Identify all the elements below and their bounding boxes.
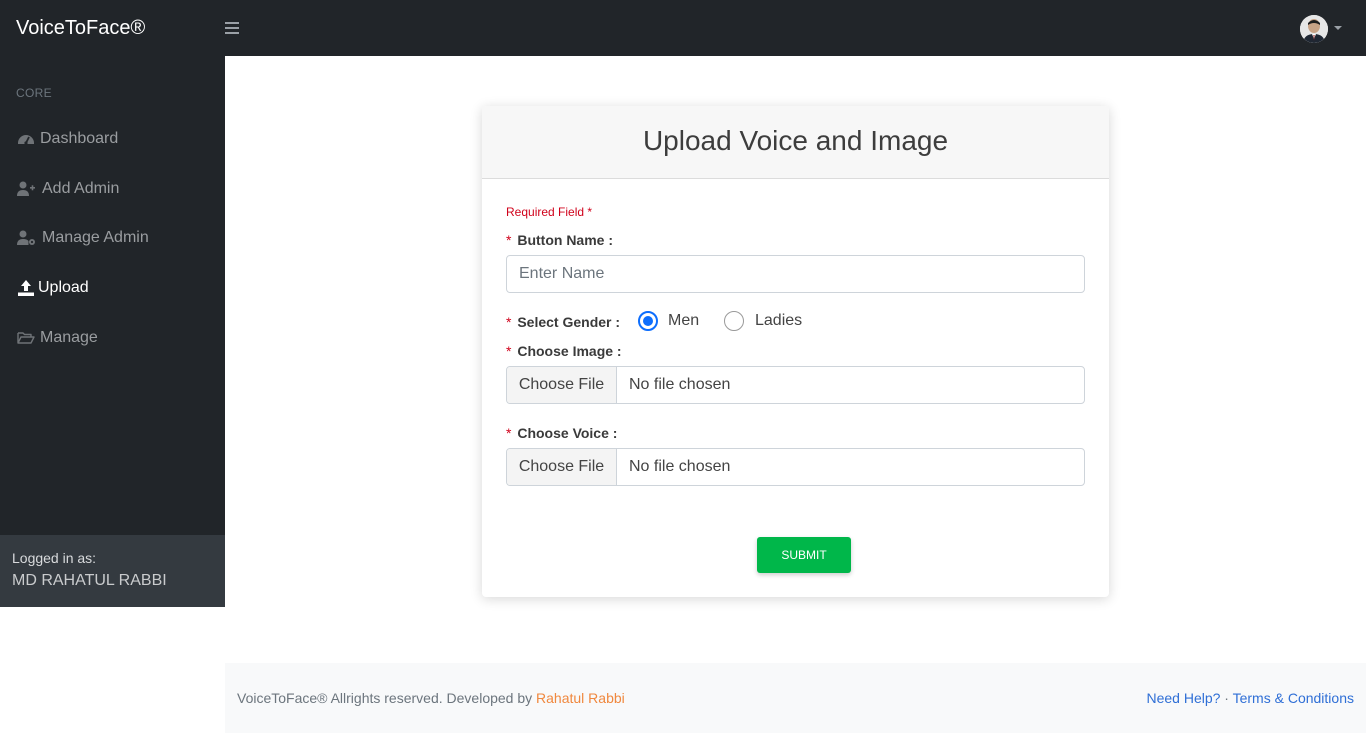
page-title: Upload Voice and Image [642, 125, 949, 156]
logged-in-label: Logged in as: [12, 550, 97, 566]
sidebar-item-label: Dashboard [40, 130, 119, 147]
image-file-status: No file chosen [629, 376, 731, 393]
chevron-down-icon [1334, 26, 1342, 30]
author-link[interactable]: Rahatul Rabbi [536, 690, 625, 706]
sidebar-item-label: Manage Admin [42, 229, 149, 246]
sidebar-item-upload[interactable]: Upload [0, 268, 225, 308]
image-label-text: Choose Image : [517, 343, 622, 359]
sidebar-heading: CORE [16, 86, 52, 100]
button-name-label-text: Button Name : [517, 232, 614, 248]
required-star: * [506, 425, 512, 441]
gender-option-men-label[interactable]: Men [668, 312, 699, 330]
dashboard-icon [18, 135, 34, 145]
image-label: * Choose Image : [506, 343, 622, 359]
voice-file-status: No file chosen [629, 458, 731, 475]
required-star: * [506, 314, 512, 330]
choose-image-button[interactable]: Choose File [507, 367, 617, 403]
sidebar-item-manage[interactable]: Manage [0, 318, 225, 358]
submit-button[interactable]: SUBMIT [757, 537, 851, 573]
voice-label: * Choose Voice : [506, 425, 617, 441]
gender-radio-men[interactable] [638, 311, 658, 331]
top-navbar: VoiceToFace® [0, 0, 1366, 56]
sidebar-item-label: Manage [40, 329, 98, 346]
sidebar-item-label: Upload [38, 279, 89, 296]
copyright-text: VoiceToFace® Allrights reserved. Develop… [237, 690, 537, 706]
hamburger-icon [225, 22, 239, 34]
gender-label: * Select Gender : [506, 314, 620, 330]
upload-form-card: Upload Voice and Image Required Field * … [482, 106, 1109, 597]
logged-in-user-name: MD RAHATUL RABBI [12, 572, 167, 589]
page-footer: VoiceToFace® Allrights reserved. Develop… [225, 663, 1366, 733]
choose-voice-button[interactable]: Choose File [507, 449, 617, 485]
user-plus-icon [17, 181, 35, 196]
voice-label-text: Choose Voice : [517, 425, 618, 441]
sidebar-item-manage-admin[interactable]: Manage Admin [0, 218, 225, 258]
button-name-input[interactable] [506, 255, 1085, 293]
avatar [1300, 15, 1328, 43]
gender-radio-ladies[interactable] [724, 311, 744, 331]
card-header: Upload Voice and Image [482, 106, 1109, 179]
need-help-link[interactable]: Need Help? [1146, 690, 1220, 706]
required-field-note: Required Field * [506, 205, 593, 219]
brand-title[interactable]: VoiceToFace® [16, 16, 145, 40]
upload-icon [18, 280, 34, 296]
sidebar-item-dashboard[interactable]: Dashboard [0, 119, 225, 159]
button-name-label: * Button Name : [506, 232, 613, 248]
sidebar-item-label: Add Admin [42, 180, 120, 197]
required-star: * [506, 232, 512, 248]
voice-file-input[interactable]: Choose File No file chosen [506, 448, 1085, 486]
gender-option-ladies-label[interactable]: Ladies [755, 312, 802, 330]
gender-label-text: Select Gender : [517, 314, 621, 330]
user-cog-icon [17, 230, 35, 245]
sidebar: CORE Dashboard Add Admin Manage Admin Up… [0, 56, 225, 607]
footer-links: Need Help? · Terms & Conditions [1146, 690, 1354, 706]
required-star: * [506, 343, 512, 359]
image-file-input[interactable]: Choose File No file chosen [506, 366, 1085, 404]
footer-copyright: VoiceToFace® Allrights reserved. Develop… [237, 690, 625, 706]
footer-separator: · [1220, 690, 1233, 706]
terms-link[interactable]: Terms & Conditions [1233, 690, 1354, 706]
user-menu-dropdown[interactable] [1298, 13, 1344, 45]
folder-open-icon [17, 332, 35, 344]
menu-toggle-button[interactable] [222, 18, 242, 38]
sidebar-item-add-admin[interactable]: Add Admin [0, 169, 225, 209]
sidebar-footer: Logged in as: MD RAHATUL RABBI [0, 535, 225, 607]
